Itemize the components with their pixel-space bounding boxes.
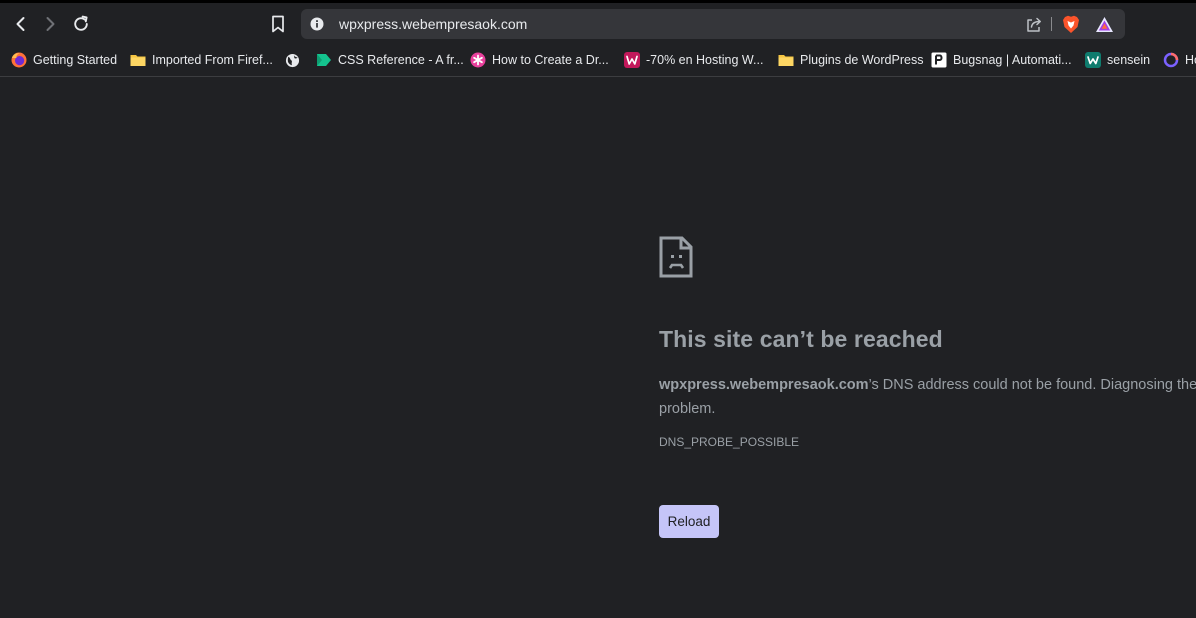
- bookmark-getting-started[interactable]: Getting Started: [11, 50, 117, 70]
- bugsnag-icon: [931, 52, 947, 68]
- chevron-left-icon: [16, 17, 25, 31]
- webempresa-icon: [624, 52, 640, 68]
- error-description: wpxpress.webempresaok.com’s DNS address …: [659, 373, 1196, 421]
- reload-button[interactable]: Reload: [659, 505, 719, 538]
- bookmark-icon: [272, 15, 284, 33]
- bookmark-label: Ho: [1185, 53, 1196, 67]
- bookmark-how-to-create[interactable]: How to Create a Dr...: [470, 50, 609, 70]
- folder-icon: [130, 52, 146, 68]
- bookmark-label: Plugins de WordPress: [800, 53, 924, 67]
- firefox-icon: [11, 52, 27, 68]
- error-title: This site can’t be reached: [659, 326, 943, 352]
- back-button[interactable]: [10, 13, 32, 35]
- info-icon[interactable]: [310, 17, 324, 31]
- browser-window: wpxpress.webempresaok.com Getting Starte…: [0, 0, 1196, 618]
- bookmark-hosting[interactable]: -70% en Hosting W...: [624, 50, 763, 70]
- bookmark-page-button[interactable]: [267, 13, 289, 35]
- sensein-icon: [1085, 52, 1101, 68]
- bookmark-label: CSS Reference - A fr...: [338, 53, 464, 67]
- share-icon[interactable]: [1025, 16, 1043, 34]
- brave-shields-icon[interactable]: [1062, 15, 1080, 34]
- chevron-right-icon: [46, 17, 55, 31]
- bookmark-label: How to Create a Dr...: [492, 53, 609, 67]
- reload-page-button[interactable]: [70, 13, 92, 35]
- bookmark-label: Getting Started: [33, 53, 118, 67]
- bookmark-globe[interactable]: [284, 50, 306, 70]
- forward-button[interactable]: [39, 13, 61, 35]
- bookmark-bugsnag[interactable]: Bugsnag | Automati...: [931, 50, 1072, 70]
- ring-icon: [1163, 52, 1179, 68]
- bookmark-label: Imported From Firef...: [152, 53, 273, 67]
- refresh-icon: [74, 15, 88, 31]
- toolbar: wpxpress.webempresaok.com: [0, 0, 1196, 44]
- asterisk-icon: [470, 52, 486, 68]
- bookmark-ho[interactable]: Ho: [1163, 50, 1196, 70]
- globe-icon: [284, 52, 300, 68]
- bookmark-folder-imported[interactable]: Imported From Firef...: [130, 50, 273, 70]
- bookmark-label: sensein: [1107, 53, 1151, 67]
- bookmark-label: Bugsnag | Automati...: [953, 53, 1072, 67]
- bookmark-folder-plugins[interactable]: Plugins de WordPress: [778, 50, 923, 70]
- error-host: wpxpress.webempresaok.com: [659, 377, 869, 393]
- address-bar[interactable]: wpxpress.webempresaok.com: [301, 9, 1125, 39]
- error-code[interactable]: DNS_PROBE_POSSIBLE: [659, 435, 799, 449]
- bookmark-label: -70% en Hosting W...: [646, 53, 764, 67]
- omnibox-divider: [1051, 17, 1052, 31]
- bookmark-sensein[interactable]: sensein: [1085, 50, 1150, 70]
- css-reference-icon: [316, 52, 332, 68]
- brave-rewards-icon[interactable]: [1095, 16, 1114, 33]
- url-text[interactable]: wpxpress.webempresaok.com: [339, 16, 527, 32]
- sad-document-icon: [659, 236, 693, 278]
- folder-icon: [778, 52, 794, 68]
- bookmarks-bar: Getting Started Imported From Firef... C…: [0, 44, 1196, 77]
- bookmark-css-reference[interactable]: CSS Reference - A fr...: [316, 50, 464, 70]
